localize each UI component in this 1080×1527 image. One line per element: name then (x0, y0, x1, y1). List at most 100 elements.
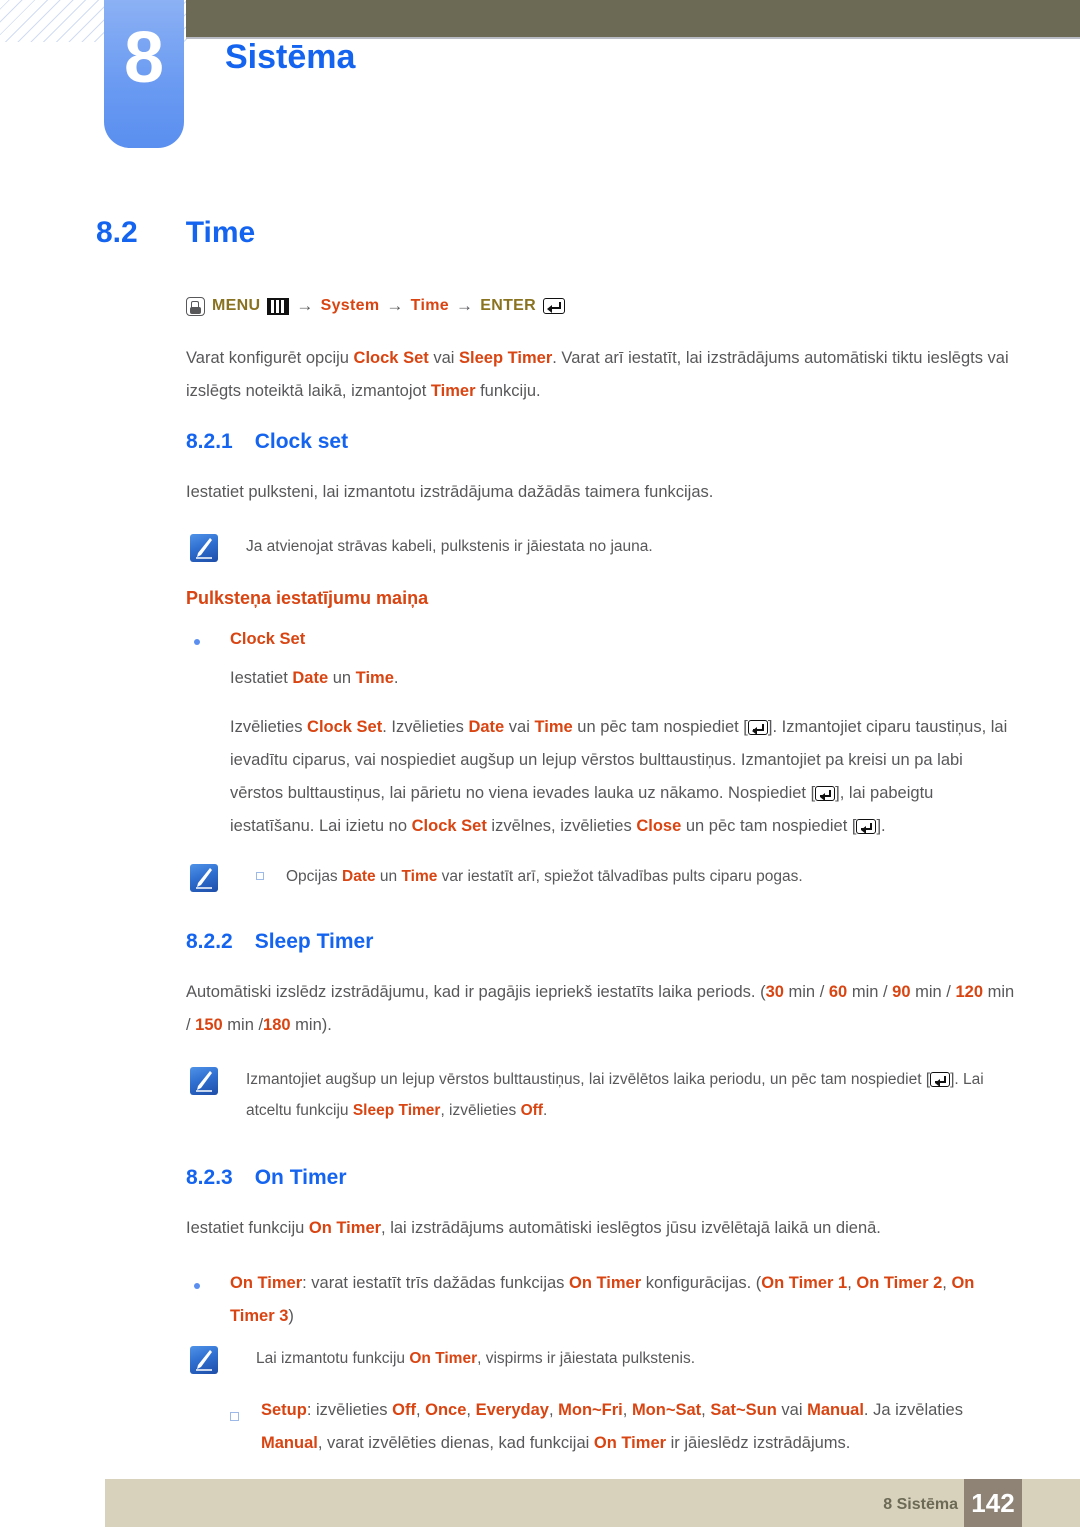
note-pen-icon (190, 534, 218, 562)
menu-bars-icon (267, 297, 290, 315)
su-text-b: . Ja izvēlaties (863, 1401, 963, 1419)
enter-key-icon (930, 1072, 951, 1087)
otb-hl-on-timer-2: On Timer (569, 1274, 642, 1292)
chapter-number-badge: 8 (104, 0, 184, 148)
footer-chapter-label: 8 Sistēma (883, 1496, 958, 1513)
su-sep-3: , (548, 1401, 559, 1419)
cs-text-b: un (328, 669, 356, 687)
su-sep-1: , (415, 1401, 426, 1419)
st-opt-90: 90 (892, 983, 911, 1001)
csi-text-g: izvēlnes, izvēlieties (486, 817, 637, 835)
menu-path-arrow-3: → (455, 296, 474, 315)
on-timer-description: Iestatiet funkciju On Timer, lai izstrād… (186, 1212, 1016, 1245)
nst-text-a: Izmantojiet augšup un lejup vērstos bult… (246, 1071, 931, 1088)
subsection-heading-sleep-timer: 8.2.2 Sleep Timer (186, 930, 1016, 954)
subsection-number-821: 8.2.1 (186, 430, 233, 453)
enter-key-icon (747, 720, 768, 735)
intro-text-d: funkciju. (475, 382, 541, 400)
su-sep-4: , (622, 1401, 632, 1419)
section-heading: 8.2 Time (96, 216, 255, 250)
note-block-sleep-timer: Izmantojiet augšup un lejup vērstos bult… (186, 1064, 1016, 1126)
otb-text-e: ) (288, 1307, 294, 1325)
cs-hl-time: Time (355, 669, 394, 687)
note-block-on-timer-clock: Lai izmantotu funkciju On Timer, vispirm… (186, 1343, 1016, 1374)
su-hl-manual-2: Manual (261, 1434, 318, 1452)
su-hl-on-timer: On Timer (593, 1434, 667, 1452)
otb-hl-on-timer-2b: On Timer 2 (856, 1274, 943, 1292)
section-number: 8.2 (96, 216, 138, 249)
csi-text-i: ]. (876, 817, 886, 835)
nott-text-a: Lai izmantotu funkciju (256, 1350, 410, 1367)
nst-hl-sleep-timer: Sleep Timer (352, 1102, 441, 1119)
hand-press-icon (186, 296, 205, 316)
bullet-label-clock-set: Clock Set (230, 630, 306, 648)
note-text-on-timer-clock: Lai izmantotu funkciju On Timer, vispirm… (256, 1343, 1016, 1374)
su-sep-5: , (701, 1401, 711, 1419)
csi-text-h: un pēc tam nospiediet [ (681, 817, 857, 835)
subsection-heading-clock-set: 8.2.1 Clock set (186, 430, 1016, 454)
footer-page-number: 142 (964, 1479, 1022, 1527)
menu-path-menu-label: MENU (212, 297, 261, 314)
st-unit-60: min / (847, 983, 893, 1001)
section-title: Time (185, 216, 256, 249)
note-pen-icon (190, 1067, 218, 1095)
menu-path-item-time: Time (410, 297, 449, 314)
otb-sep-1: , (847, 1274, 857, 1292)
subsection-heading-on-timer: 8.2.3 On Timer (186, 1166, 1016, 1190)
subsection-title-sleep-timer: Sleep Timer (254, 930, 374, 953)
nott-text-b: , vispirms ir jāiestata pulkstenis. (477, 1350, 696, 1367)
su-hl-setup: Setup (261, 1401, 307, 1419)
bullet-dot-icon (194, 1283, 200, 1289)
enter-key-icon (542, 298, 565, 314)
cs-hl-date: Date (292, 669, 329, 687)
menu-path-item-system: System (320, 297, 380, 314)
menu-path-arrow-1: → (296, 296, 314, 315)
intro-paragraph: Varat konfigurēt opciju Clock Set vai Sl… (186, 342, 1016, 408)
csi-hl-date: Date (468, 718, 505, 736)
note-text-clock-reset: Ja atvienojat strāvas kabeli, pulkstenis… (246, 538, 653, 555)
ntr-text-b: un (375, 868, 402, 885)
clock-set-instructions: Izvēlieties Clock Set. Izvēlieties Date … (230, 711, 1016, 843)
bullet-dot-icon (194, 639, 200, 645)
su-text-d: ir jāieslēdz izstrādājums. (666, 1434, 851, 1452)
st-unit-30: min / (783, 983, 829, 1001)
csi-hl-clock-set: Clock Set (307, 718, 383, 736)
st-opt-120: 120 (955, 983, 983, 1001)
su-hl-mon-fri: Mon~Fri (558, 1401, 623, 1419)
otb-text-b: konfigurācijas. ( (641, 1274, 762, 1292)
note-block-clock-reset: Ja atvienojat strāvas kabeli, pulkstenis… (186, 531, 1016, 562)
su-hl-once: Once (425, 1401, 467, 1419)
intro-text-b: vai (428, 349, 460, 367)
otb-hl-on-timer: On Timer (230, 1274, 303, 1292)
ot-text-a: Iestatiet funkciju (186, 1219, 309, 1237)
intro-hl-clock-set: Clock Set (353, 349, 429, 367)
su-hl-mon-sat: Mon~Sat (631, 1401, 702, 1419)
chapter-title: Sistēma (225, 38, 356, 76)
st-opt-150: 150 (195, 1016, 223, 1034)
ot-hl-on-timer: On Timer (308, 1219, 382, 1237)
square-bullet-icon (230, 1412, 239, 1421)
note-text-sleep-timer: Izmantojiet augšup un lejup vērstos bult… (246, 1064, 1016, 1126)
su-text-a: : izvēlieties (306, 1401, 393, 1419)
ntr-hl-time: Time (401, 868, 438, 885)
enter-key-icon (815, 786, 836, 801)
ntr-text-a: Opcijas (286, 868, 342, 885)
csi-text-b: . Izvēlieties (382, 718, 469, 736)
bullet-text-on-timer-config: On Timer: varat iestatīt trīs dažādas fu… (230, 1267, 1016, 1333)
ot-text-b: , lai izstrādājums automātiski ieslēgtos… (381, 1219, 881, 1237)
su-hl-sat-sun: Sat~Sun (710, 1401, 777, 1419)
intro-hl-sleep-timer: Sleep Timer (459, 349, 553, 367)
setup-option-row: Setup: izvēlieties Off, Once, Everyday , … (186, 1394, 1016, 1460)
nott-hl-on-timer: On Timer (409, 1350, 478, 1367)
header-bar (186, 0, 1080, 39)
clock-set-date-time-line: Iestatiet Date un Time. (230, 662, 1016, 695)
subsection-number-822: 8.2.2 (186, 930, 233, 953)
subsection-title-clock-set: Clock set (254, 430, 349, 453)
otb-hl-on-timer-1: On Timer 1 (761, 1274, 848, 1292)
st-unit-180: min). (290, 1016, 332, 1034)
su-hl-off: Off (392, 1401, 416, 1419)
su-sep-2: , (466, 1401, 476, 1419)
su-text-c: , varat izvēlēties dienas, kad funkcijai (317, 1434, 594, 1452)
clock-set-intro: Iestatiet pulksteni, lai izmantotu izstr… (186, 483, 714, 501)
subsection-title-on-timer: On Timer (254, 1166, 347, 1189)
